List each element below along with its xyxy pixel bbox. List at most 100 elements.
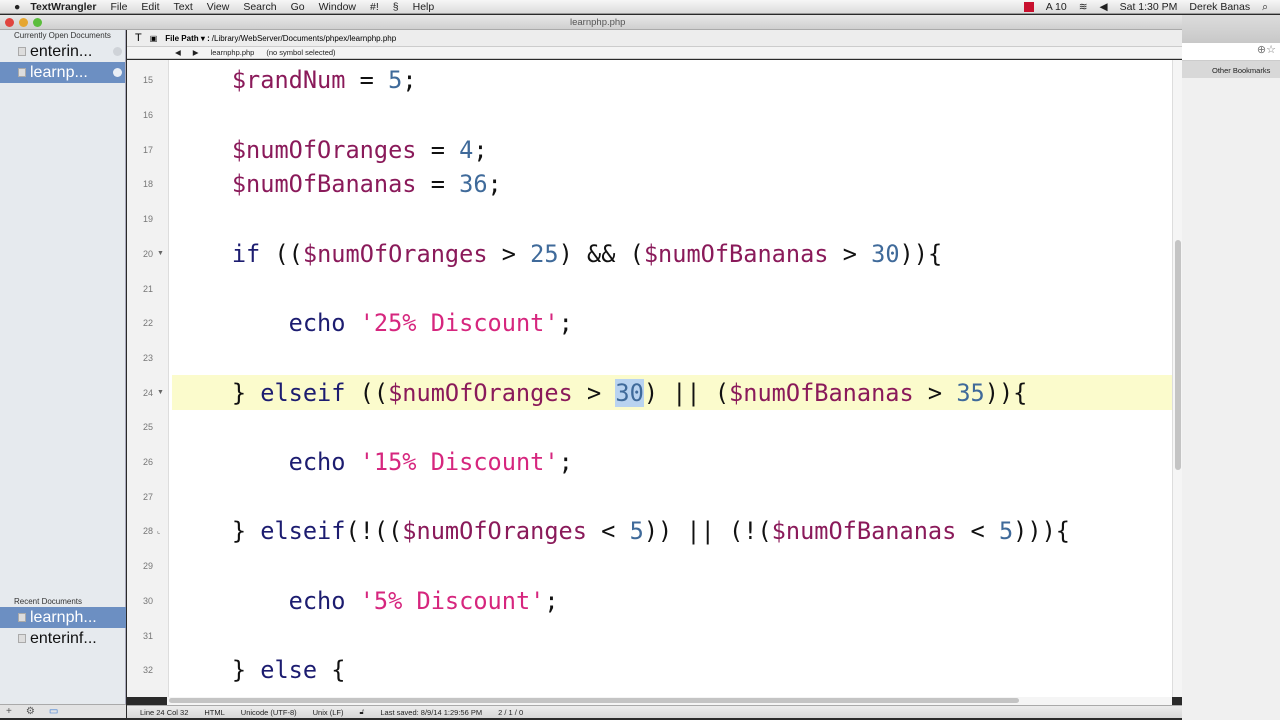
bookmark-other[interactable]: Other Bookmarks (1182, 61, 1280, 78)
apple-icon[interactable]: ● (14, 1, 20, 13)
code-line[interactable]: 23 (127, 341, 1172, 376)
line-number: 15 (142, 75, 153, 86)
scroll-thumb[interactable] (169, 698, 1019, 703)
code-text: } elseif (!(($numOfOranges < 5)) || (!($n… (172, 514, 1172, 549)
code-editor[interactable]: 15 $randNum = 5; 16 17 $numOfOranges = 4; 1… (127, 60, 1172, 697)
add-icon[interactable]: + (6, 706, 12, 717)
code-text: if (($numOfOranges > 25) && ($numOfBanan… (172, 237, 1172, 272)
menu-help[interactable]: Help (413, 1, 435, 13)
forward-icon[interactable]: ▶ (193, 48, 199, 57)
code-line[interactable]: 20 ▼ if (($numOfOranges > 25) && ($numOfB… (127, 237, 1172, 272)
menu-view[interactable]: View (207, 1, 230, 13)
code-line[interactable]: 22 echo '25% Discount'; (127, 306, 1172, 341)
zoom-star-icon[interactable]: ⊕☆ (1182, 43, 1280, 61)
horizontal-scrollbar[interactable] (167, 697, 1172, 705)
wifi-icon[interactable]: ≋ (1079, 1, 1088, 13)
documents-sidebar: Currently Open Documents enterin... lear… (0, 30, 126, 704)
code-line[interactable]: 29 (127, 549, 1172, 584)
gear-icon[interactable]: ⚙ (26, 706, 35, 717)
toggle-sidebar-icon[interactable]: ▭ (49, 706, 58, 717)
menu-app[interactable]: TextWrangler (30, 1, 96, 13)
vertical-scrollbar[interactable] (1172, 60, 1182, 697)
code-line[interactable]: 30 echo '5% Discount'; (127, 584, 1172, 619)
minimize-button[interactable] (19, 18, 28, 27)
code-token: 5 (998, 517, 1014, 546)
menu-clock[interactable]: Sat 1:30 PM (1120, 1, 1178, 13)
code-token: { (317, 656, 346, 685)
recent-doc-item[interactable]: learnph... (0, 607, 126, 628)
code-line[interactable]: 16 (127, 98, 1172, 133)
code-line[interactable]: 26 echo '15% Discount'; (127, 445, 1172, 480)
code-line[interactable]: 17 $numOfOranges = 4; (127, 132, 1172, 167)
file-path: /Library/WebServer/Documents/phpex/learn… (211, 33, 397, 43)
menu-shebang[interactable]: #! (370, 1, 379, 13)
recent-doc-item[interactable]: enterinf... (0, 628, 126, 649)
code-token: '25% Discount' (359, 309, 559, 338)
close-doc-icon[interactable] (113, 68, 122, 77)
volume-icon[interactable]: ◀ (1100, 1, 1108, 13)
code-token: } (175, 378, 261, 407)
menu-user[interactable]: Derek Banas (1189, 1, 1250, 13)
menu-window[interactable]: Window (319, 1, 356, 13)
code-line[interactable]: 18 $numOfBananas = 36; (127, 167, 1172, 202)
sidebar-footer: + ⚙ ▭ (0, 704, 126, 718)
window-title: learnphp.php (570, 17, 626, 28)
code-line[interactable]: 15 $randNum = 5; (127, 63, 1172, 98)
text-options-icon[interactable]: T (135, 32, 142, 44)
code-text: echo '5% Discount'; (172, 584, 1172, 619)
spotlight-icon[interactable]: ⌕ (1262, 1, 1268, 14)
line-endings-menu[interactable]: Unix (LF) (313, 708, 344, 717)
fold-toggle-icon[interactable]: ▼ (157, 389, 164, 396)
code-token: '15% Discount' (359, 448, 559, 477)
document-counts[interactable]: 2 / 1 / 0 (498, 708, 523, 717)
line-number: 26 (142, 457, 153, 468)
code-line[interactable]: 19 (127, 202, 1172, 237)
menu-search[interactable]: Search (243, 1, 276, 13)
file-icon[interactable]: ▣ (150, 34, 158, 43)
adobe-icon[interactable]: A 10 (1046, 1, 1067, 13)
code-line[interactable]: 31 (127, 618, 1172, 653)
code-token: $numOfOranges (302, 239, 488, 268)
line-number: 17 (142, 144, 153, 155)
code-line[interactable]: 25 (127, 410, 1172, 445)
fold-toggle-icon[interactable]: ▼ (157, 250, 164, 257)
back-icon[interactable]: ◀ (175, 48, 181, 57)
scroll-thumb[interactable] (1175, 240, 1181, 470)
code-token: elseif (260, 517, 346, 546)
code-token: > (487, 239, 531, 268)
open-doc-item[interactable]: enterin... (0, 41, 125, 62)
menu-file[interactable]: File (110, 1, 127, 13)
menu-go[interactable]: Go (291, 1, 305, 13)
code-line[interactable]: 21 (127, 271, 1172, 306)
code-line[interactable]: 28 ⌞ } elseif (!(($numOfOranges < 5)) || (… (127, 514, 1172, 549)
record-icon[interactable] (1023, 2, 1034, 12)
lock-icon[interactable]: 🔓︎ (359, 707, 364, 717)
menu-edit[interactable]: Edit (141, 1, 159, 13)
background-browser-window: ⊕☆ Other Bookmarks (1182, 15, 1280, 720)
file-path-menu[interactable]: File Path ▾ : (165, 34, 209, 43)
code-line[interactable]: 32 } else { (127, 653, 1172, 688)
code-line[interactable]: 24 ▼ } elseif (($numOfOranges > 30) || ($… (127, 375, 1172, 410)
cursor-position[interactable]: Line 24 Col 32 (140, 708, 188, 717)
code-token: 5 (629, 517, 644, 546)
script-icon[interactable]: § (393, 1, 399, 13)
close-doc-icon[interactable] (113, 47, 122, 56)
language-menu[interactable]: HTML (204, 708, 224, 717)
zoom-button[interactable] (33, 18, 42, 27)
code-token: if (231, 239, 261, 268)
code-token: )){ (984, 378, 1028, 407)
close-button[interactable] (5, 18, 14, 27)
fold-toggle-icon[interactable]: ⌞ (157, 527, 160, 535)
symbol-menu[interactable]: (no symbol selected) (266, 48, 335, 57)
open-doc-item[interactable]: learnp... (0, 62, 125, 83)
code-text: echo '25% Discount'; (172, 306, 1172, 341)
menu-text[interactable]: Text (174, 1, 193, 13)
file-menu[interactable]: learnphp.php (211, 48, 255, 57)
encoding-menu[interactable]: Unicode (UTF-8) (241, 708, 297, 717)
code-line[interactable]: 27 (127, 479, 1172, 514)
line-number: 20 (142, 248, 153, 259)
